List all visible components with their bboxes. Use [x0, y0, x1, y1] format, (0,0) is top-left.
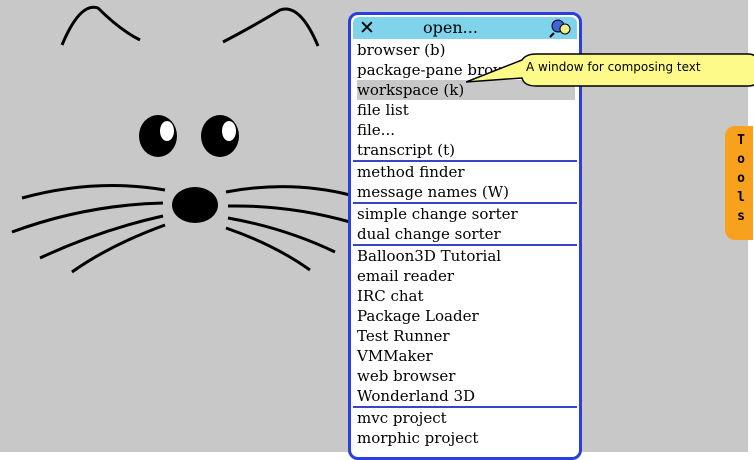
menu-item-vmmaker[interactable]: VMMaker	[357, 346, 575, 366]
menu-item-email-reader[interactable]: email reader	[357, 266, 575, 286]
menu-item-file-list[interactable]: file list	[357, 100, 575, 120]
help-balloon-text: A window for composing text	[526, 60, 701, 74]
menu-item-package-loader[interactable]: Package Loader	[357, 306, 575, 326]
menu-item-message-names[interactable]: message names (W)	[357, 182, 575, 202]
tools-flap-letter: T	[737, 133, 745, 148]
close-icon[interactable]: ✕	[359, 18, 375, 38]
menu-title: open...	[423, 18, 478, 37]
menu-item-test-runner[interactable]: Test Runner	[357, 326, 575, 346]
menu-item-simple-change-sorter[interactable]: simple change sorter	[357, 204, 575, 224]
menu-item-file[interactable]: file...	[357, 120, 575, 140]
menu-item-mvc-project[interactable]: mvc project	[357, 408, 575, 428]
menu-item-transcript[interactable]: transcript (t)	[357, 140, 575, 160]
tools-flap-letter: l	[737, 190, 745, 205]
tools-flap-letter: o	[737, 171, 745, 186]
menu-item-web-browser[interactable]: web browser	[357, 366, 575, 386]
menu-item-wonderland-3d[interactable]: Wonderland 3D	[357, 386, 575, 406]
tools-flap-letter: o	[737, 152, 745, 167]
menu-item-morphic-project[interactable]: morphic project	[357, 428, 575, 448]
tools-flap-letter: s	[737, 209, 745, 224]
menu-title-bar[interactable]: ✕ open...	[353, 17, 577, 39]
pushpin-icon[interactable]	[549, 18, 573, 38]
menu-item-irc-chat[interactable]: IRC chat	[357, 286, 575, 306]
menu-item-dual-change-sorter[interactable]: dual change sorter	[357, 224, 575, 244]
menu-item-method-finder[interactable]: method finder	[357, 162, 575, 182]
menu-item-balloon3d-tutorial[interactable]: Balloon3D Tutorial	[357, 246, 575, 266]
